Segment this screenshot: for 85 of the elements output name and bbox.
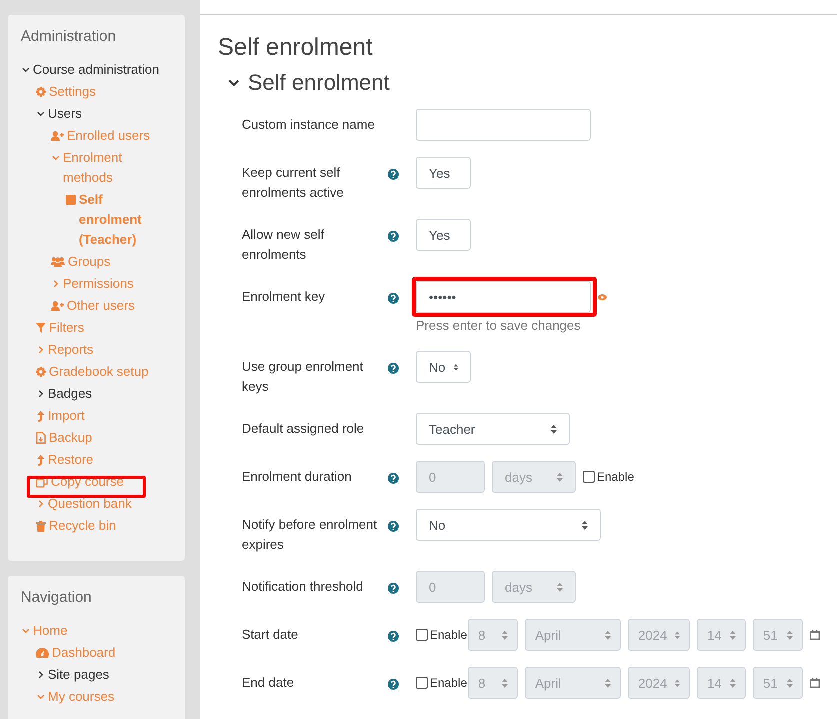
sort-caret-icon [502, 678, 508, 688]
sidebar-item[interactable]: Enrolment methods [63, 148, 165, 188]
trash-icon [36, 520, 46, 532]
sort-caret-icon [730, 630, 736, 640]
chevron-right-icon[interactable] [36, 671, 44, 679]
sort-caret-icon [557, 472, 563, 482]
chevron-down-icon[interactable] [36, 110, 44, 118]
chevron-right-icon[interactable] [36, 390, 44, 398]
help-icon[interactable] [388, 363, 399, 374]
sidebar-item[interactable]: Permissions [63, 274, 134, 294]
sidebar-item[interactable]: Backup [49, 428, 92, 448]
arrow-icon [36, 454, 44, 466]
field-label: Default assigned role [242, 420, 366, 438]
calendar-icon[interactable] [810, 678, 820, 688]
sidebar-item[interactable]: Badges [48, 384, 92, 404]
sort-caret-icon [551, 424, 557, 434]
help-icon[interactable] [388, 293, 399, 304]
calendar-icon[interactable] [810, 630, 820, 640]
field-label: Allow new self enrolments [242, 226, 326, 264]
field-label: End date [242, 674, 296, 692]
sort-caret-icon [675, 678, 680, 688]
field-label: Keep current self enrolments active [242, 164, 345, 202]
gear-icon [36, 87, 46, 97]
help-icon[interactable] [388, 169, 399, 180]
file-icon [36, 432, 46, 444]
select-field[interactable]: Yes [416, 219, 471, 251]
section-title: Self enrolment [248, 69, 390, 97]
sidebar-item[interactable]: Settings [49, 82, 96, 102]
user-plus-icon [51, 301, 64, 311]
field-label: Notification threshold [242, 578, 364, 596]
users-icon [51, 257, 65, 267]
sidebar-item[interactable]: Home [33, 621, 68, 641]
select-field[interactable]: No [416, 509, 601, 541]
field-label: Enrolment duration [242, 468, 353, 486]
field-label: Use group enrolment keys [242, 358, 364, 396]
user-plus-icon [51, 131, 64, 141]
filter-icon [36, 323, 46, 333]
sidebar-item[interactable]: Question bank [48, 494, 132, 514]
sidebar-item[interactable]: Dashboard [52, 643, 116, 663]
gear-icon [36, 367, 46, 377]
sidebar-item[interactable]: Recycle bin [49, 516, 116, 536]
block-title: Administration [21, 28, 118, 45]
sidebar-item[interactable]: My courses [48, 687, 114, 707]
help-icon[interactable] [388, 521, 399, 532]
square-icon [66, 195, 76, 205]
sort-caret-icon [675, 630, 680, 640]
copy-icon [36, 476, 48, 488]
sort-caret-icon [502, 630, 508, 640]
field-label: Custom instance name [242, 116, 376, 134]
arrow-icon [36, 410, 44, 422]
sidebar-item[interactable]: Reports [48, 340, 94, 360]
select-field[interactable]: Yes [416, 157, 471, 189]
select-field[interactable]: No [416, 351, 471, 383]
sidebar-item[interactable]: Gradebook setup [49, 362, 149, 382]
gauge-icon [36, 648, 49, 658]
sidebar-item[interactable]: Restore [48, 450, 94, 470]
sidebar-item[interactable]: Groups [68, 252, 111, 272]
sort-caret-icon [605, 630, 612, 640]
chevron-down-icon[interactable] [228, 77, 240, 89]
sort-caret-icon [454, 362, 458, 372]
sort-caret-icon [787, 678, 794, 688]
sidebar-item[interactable]: Users [48, 104, 82, 124]
help-icon[interactable] [388, 231, 399, 242]
sort-caret-icon [787, 630, 794, 640]
sort-caret-icon [605, 678, 612, 688]
sidebar-item[interactable]: Enrolled users [67, 126, 150, 146]
sort-caret-icon [730, 678, 736, 688]
sort-caret-icon [557, 582, 563, 592]
sort-caret-icon [582, 520, 588, 530]
sidebar-item[interactable]: Self enrolment (Teacher) [79, 190, 165, 250]
sidebar-item[interactable]: Site pages [48, 665, 110, 685]
block-title: Navigation [21, 589, 93, 606]
text-field[interactable] [416, 109, 591, 141]
field-label: Notify before enrolment expires [242, 516, 378, 554]
select-field[interactable]: Teacher [416, 413, 570, 445]
page-title: Self enrolment [218, 33, 374, 63]
sidebar-item[interactable]: Course administration [33, 60, 160, 80]
sidebar-item[interactable]: Other users [67, 296, 135, 316]
field-label: Start date [242, 626, 300, 644]
eye-icon[interactable] [598, 294, 607, 300]
field-label: Enrolment key [242, 288, 326, 306]
sidebar-item[interactable]: Import [48, 406, 85, 426]
sidebar-item[interactable]: Filters [49, 318, 84, 338]
field-hint: Press enter to save changes [416, 317, 582, 335]
chevron-down-icon[interactable] [22, 66, 30, 74]
